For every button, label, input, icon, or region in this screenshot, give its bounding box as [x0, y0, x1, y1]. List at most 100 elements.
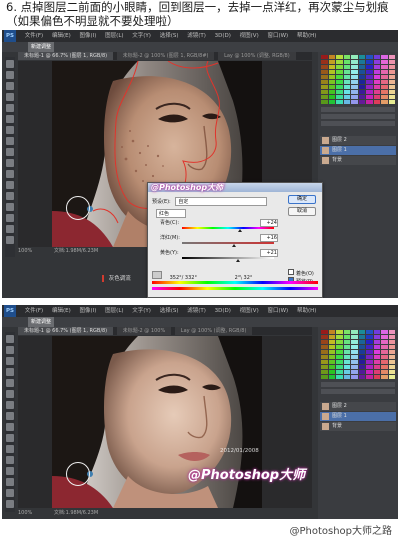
color-swatch[interactable] — [321, 355, 328, 359]
color-swatch[interactable] — [381, 75, 388, 79]
option-dropdown[interactable]: 新建调整 — [28, 317, 55, 327]
layer-row-selected[interactable]: 图层 1 — [320, 412, 396, 421]
color-swatch[interactable] — [351, 90, 358, 94]
color-swatch[interactable] — [351, 60, 358, 64]
color-swatch[interactable] — [343, 100, 350, 104]
layer-row[interactable]: 背景 — [320, 156, 396, 165]
color-swatch[interactable] — [366, 55, 373, 59]
color-swatch[interactable] — [328, 100, 335, 104]
color-swatch[interactable] — [381, 365, 388, 369]
color-swatch[interactable] — [343, 355, 350, 359]
lasso-tool-icon[interactable] — [6, 357, 14, 365]
color-swatch[interactable] — [388, 370, 395, 374]
cancel-button[interactable]: 取消 — [288, 207, 316, 216]
color-swatch[interactable] — [366, 65, 373, 69]
color-swatch[interactable] — [366, 75, 373, 79]
color-swatch[interactable] — [373, 345, 380, 349]
color-swatch[interactable] — [358, 375, 365, 379]
color-swatch[interactable] — [321, 80, 328, 84]
color-swatch[interactable] — [351, 95, 358, 99]
color-swatch[interactable] — [381, 375, 388, 379]
color-swatch[interactable] — [381, 95, 388, 99]
crop-tool-icon[interactable] — [6, 379, 14, 387]
color-swatch[interactable] — [336, 375, 343, 379]
color-swatch[interactable] — [373, 350, 380, 354]
color-swatch[interactable] — [388, 60, 395, 64]
color-swatch[interactable] — [343, 65, 350, 69]
color-swatch[interactable] — [328, 370, 335, 374]
color-swatch[interactable] — [366, 330, 373, 334]
preset-select[interactable]: 自定 — [175, 197, 268, 206]
color-swatch[interactable] — [351, 375, 358, 379]
gradient-tool-icon[interactable] — [6, 456, 14, 464]
color-swatch[interactable] — [328, 60, 335, 64]
color-swatch[interactable] — [358, 80, 365, 84]
color-swatch[interactable] — [343, 90, 350, 94]
color-swatch[interactable] — [336, 90, 343, 94]
menu-item[interactable]: 选择(S) — [160, 33, 179, 39]
color-swatch[interactable] — [388, 55, 395, 59]
menu-item[interactable]: 编辑(E) — [52, 308, 71, 314]
color-swatch[interactable] — [336, 65, 343, 69]
color-swatch[interactable] — [381, 350, 388, 354]
color-swatch[interactable] — [381, 65, 388, 69]
adjustments-panel[interactable] — [321, 107, 395, 112]
menu-item[interactable]: 文字(Y) — [132, 308, 151, 314]
color-swatch[interactable] — [358, 60, 365, 64]
color-swatch[interactable] — [373, 360, 380, 364]
color-swatch[interactable] — [373, 55, 380, 59]
color-swatch[interactable] — [381, 335, 388, 339]
color-swatch[interactable] — [321, 365, 328, 369]
color-swatch[interactable] — [358, 100, 365, 104]
color-swatch[interactable] — [343, 330, 350, 334]
color-swatch[interactable] — [336, 360, 343, 364]
menu-item[interactable]: 文件(F) — [25, 308, 43, 314]
color-swatch[interactable] — [358, 345, 365, 349]
crop-tool-icon[interactable] — [6, 104, 14, 112]
color-swatch[interactable] — [336, 80, 343, 84]
menu-item[interactable]: 3D(D) — [215, 308, 231, 314]
eyedropper-tool-icon[interactable] — [6, 115, 14, 123]
color-swatch[interactable] — [321, 95, 328, 99]
color-swatch[interactable] — [328, 85, 335, 89]
adjustments-panel[interactable] — [321, 382, 395, 387]
slider-knob[interactable] — [232, 244, 236, 247]
move-tool-icon[interactable] — [6, 60, 14, 68]
yellow-slider-track[interactable] — [182, 257, 274, 259]
clone-stamp-tool-icon[interactable] — [6, 423, 14, 431]
layer-row[interactable]: 背景 — [320, 422, 396, 431]
color-swatch[interactable] — [351, 355, 358, 359]
color-swatch[interactable] — [343, 75, 350, 79]
color-swatch[interactable] — [321, 55, 328, 59]
option-dropdown[interactable]: 新建调整 — [28, 42, 55, 52]
menu-item[interactable]: 图像(I) — [80, 33, 97, 39]
color-swatch[interactable] — [321, 375, 328, 379]
color-swatch[interactable] — [336, 340, 343, 344]
menu-item[interactable]: 视图(V) — [240, 33, 259, 39]
color-swatch[interactable] — [321, 360, 328, 364]
color-swatch[interactable] — [388, 350, 395, 354]
color-swatch[interactable] — [366, 340, 373, 344]
color-swatch[interactable] — [351, 330, 358, 334]
color-swatch[interactable] — [328, 335, 335, 339]
color-swatch[interactable] — [336, 55, 343, 59]
slider-knob[interactable] — [238, 229, 242, 232]
hand-tool-icon[interactable] — [6, 225, 14, 233]
quick-select-tool-icon[interactable] — [6, 368, 14, 376]
color-swatch[interactable] — [358, 340, 365, 344]
color-swatch[interactable] — [373, 85, 380, 89]
color-swatch[interactable] — [351, 335, 358, 339]
color-swatch[interactable] — [358, 360, 365, 364]
color-swatch[interactable] — [358, 95, 365, 99]
color-swatch[interactable] — [358, 75, 365, 79]
dodge-tool-icon[interactable] — [6, 467, 14, 475]
color-swatch[interactable] — [388, 335, 395, 339]
color-swatch[interactable] — [358, 90, 365, 94]
color-swatch[interactable] — [321, 60, 328, 64]
color-swatch[interactable] — [358, 355, 365, 359]
color-swatch[interactable] — [381, 80, 388, 84]
color-swatch[interactable] — [343, 60, 350, 64]
color-swatch[interactable] — [351, 75, 358, 79]
menu-item[interactable]: 选择(S) — [160, 308, 179, 314]
styles-panel[interactable] — [321, 389, 395, 394]
